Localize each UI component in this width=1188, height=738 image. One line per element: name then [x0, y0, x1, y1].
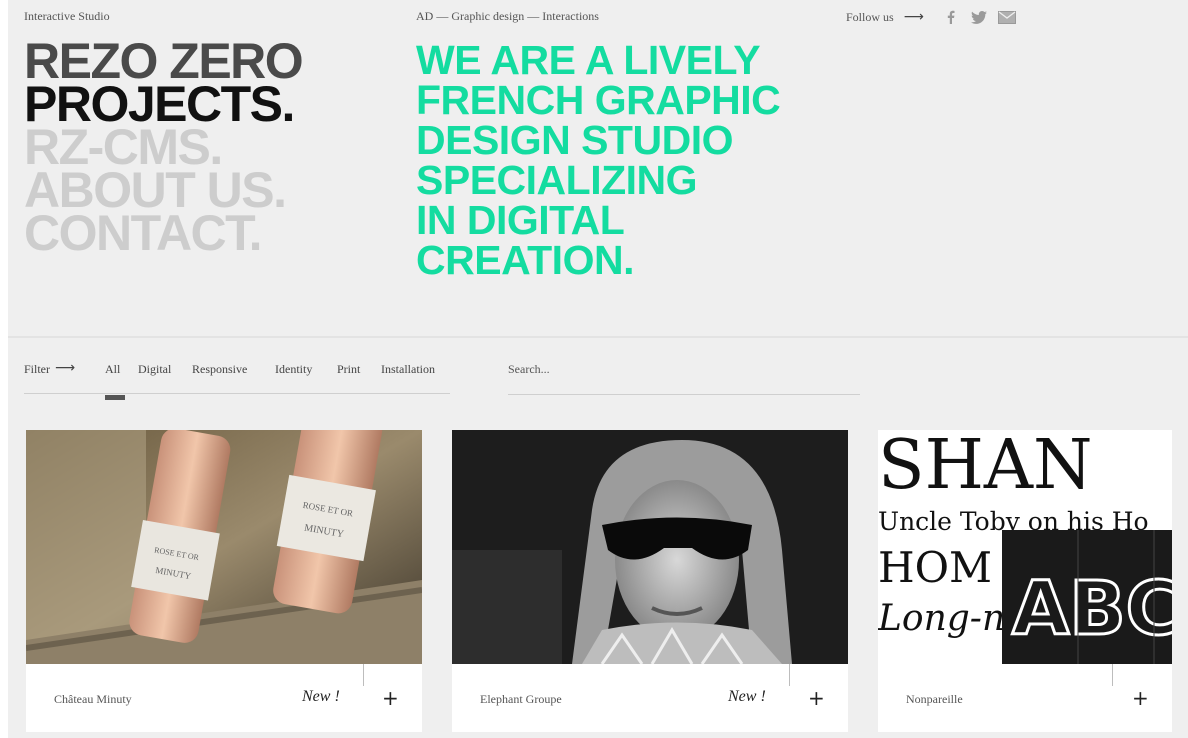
filter-digital[interactable]: Digital: [138, 362, 171, 377]
filter-all[interactable]: All: [105, 362, 120, 377]
card-footer: Elephant Groupe New ! +: [452, 664, 848, 732]
plus-icon[interactable]: +: [382, 686, 399, 710]
headline-line: DESIGN STUDIO: [416, 117, 733, 163]
divider: [1112, 664, 1113, 686]
divider: [789, 664, 790, 686]
facebook-icon[interactable]: [942, 9, 960, 25]
type-specimen: ABC: [1012, 566, 1172, 652]
mail-icon[interactable]: [997, 9, 1016, 25]
headline-line: CREATION.: [416, 237, 634, 283]
project-card-nonpareille[interactable]: SHAN Uncle Toby on his Ho HOM Long-n ABC…: [878, 430, 1172, 732]
project-card-chateau-minuty[interactable]: ROSE ET OR MINUTY ROSE ET OR MINUTY Chât…: [26, 430, 422, 732]
new-badge: New !: [302, 688, 340, 705]
follow-label: Follow us: [846, 9, 894, 24]
type-specimen: Long-n: [878, 598, 1005, 639]
arrow-icon: ⟶: [903, 9, 924, 25]
search-box: [508, 362, 860, 395]
new-badge: New !: [728, 688, 766, 705]
filter-identity[interactable]: Identity: [275, 362, 312, 377]
tagline: AD — Graphic design — Interactions: [416, 9, 599, 23]
filter-label: Filter: [24, 362, 50, 376]
project-image[interactable]: SHAN Uncle Toby on his Ho HOM Long-n ABC: [878, 430, 1172, 664]
card-title[interactable]: Nonpareille: [906, 692, 963, 707]
headline-line: WE ARE A LIVELY: [416, 37, 761, 83]
main-nav: REZO ZERO PROJECTS. RZ-CMS. ABOUT US. CO…: [24, 36, 404, 258]
plus-icon[interactable]: +: [808, 686, 825, 710]
page: Interactive Studio AD — Graphic design —…: [8, 0, 1188, 738]
filter-bar: Filter ⟶ All Digital Responsive Identity…: [24, 360, 450, 382]
studio-label: Interactive Studio: [24, 9, 110, 23]
type-specimen: HOM: [878, 543, 992, 592]
section-divider: [8, 336, 1188, 338]
top-bar: Interactive Studio AD — Graphic design —…: [24, 9, 1188, 27]
filter-installation[interactable]: Installation: [381, 362, 435, 377]
divider: [363, 664, 364, 686]
headline-line: FRENCH GRAPHIC: [416, 77, 781, 123]
card-footer: Château Minuty New ! +: [26, 664, 422, 732]
project-image[interactable]: ROSE ET OR MINUTY ROSE ET OR MINUTY: [26, 430, 422, 664]
filter-underline: [24, 393, 450, 394]
plus-icon[interactable]: +: [1132, 686, 1149, 710]
card-footer: Nonpareille +: [878, 664, 1172, 732]
card-title[interactable]: Château Minuty: [54, 692, 132, 707]
headline-line: IN DIGITAL: [416, 197, 625, 243]
filter-print[interactable]: Print: [337, 362, 360, 377]
headline-line: SPECIALIZING: [416, 157, 698, 203]
search-input[interactable]: [508, 362, 860, 377]
arrow-icon: ⟶: [55, 360, 76, 376]
twitter-icon[interactable]: [970, 9, 988, 25]
follow-us: Follow us ⟶: [846, 9, 1016, 25]
card-title[interactable]: Elephant Groupe: [480, 692, 562, 707]
project-image[interactable]: [452, 430, 848, 664]
filter-responsive[interactable]: Responsive: [192, 362, 247, 377]
project-card-elephant-groupe[interactable]: Elephant Groupe New ! +: [452, 430, 848, 732]
type-specimen: SHAN: [878, 430, 1093, 505]
nav-contact[interactable]: CONTACT.: [24, 208, 404, 258]
headline: WE ARE A LIVELY FRENCH GRAPHIC DESIGN ST…: [416, 37, 836, 283]
active-filter-indicator: [105, 395, 125, 400]
